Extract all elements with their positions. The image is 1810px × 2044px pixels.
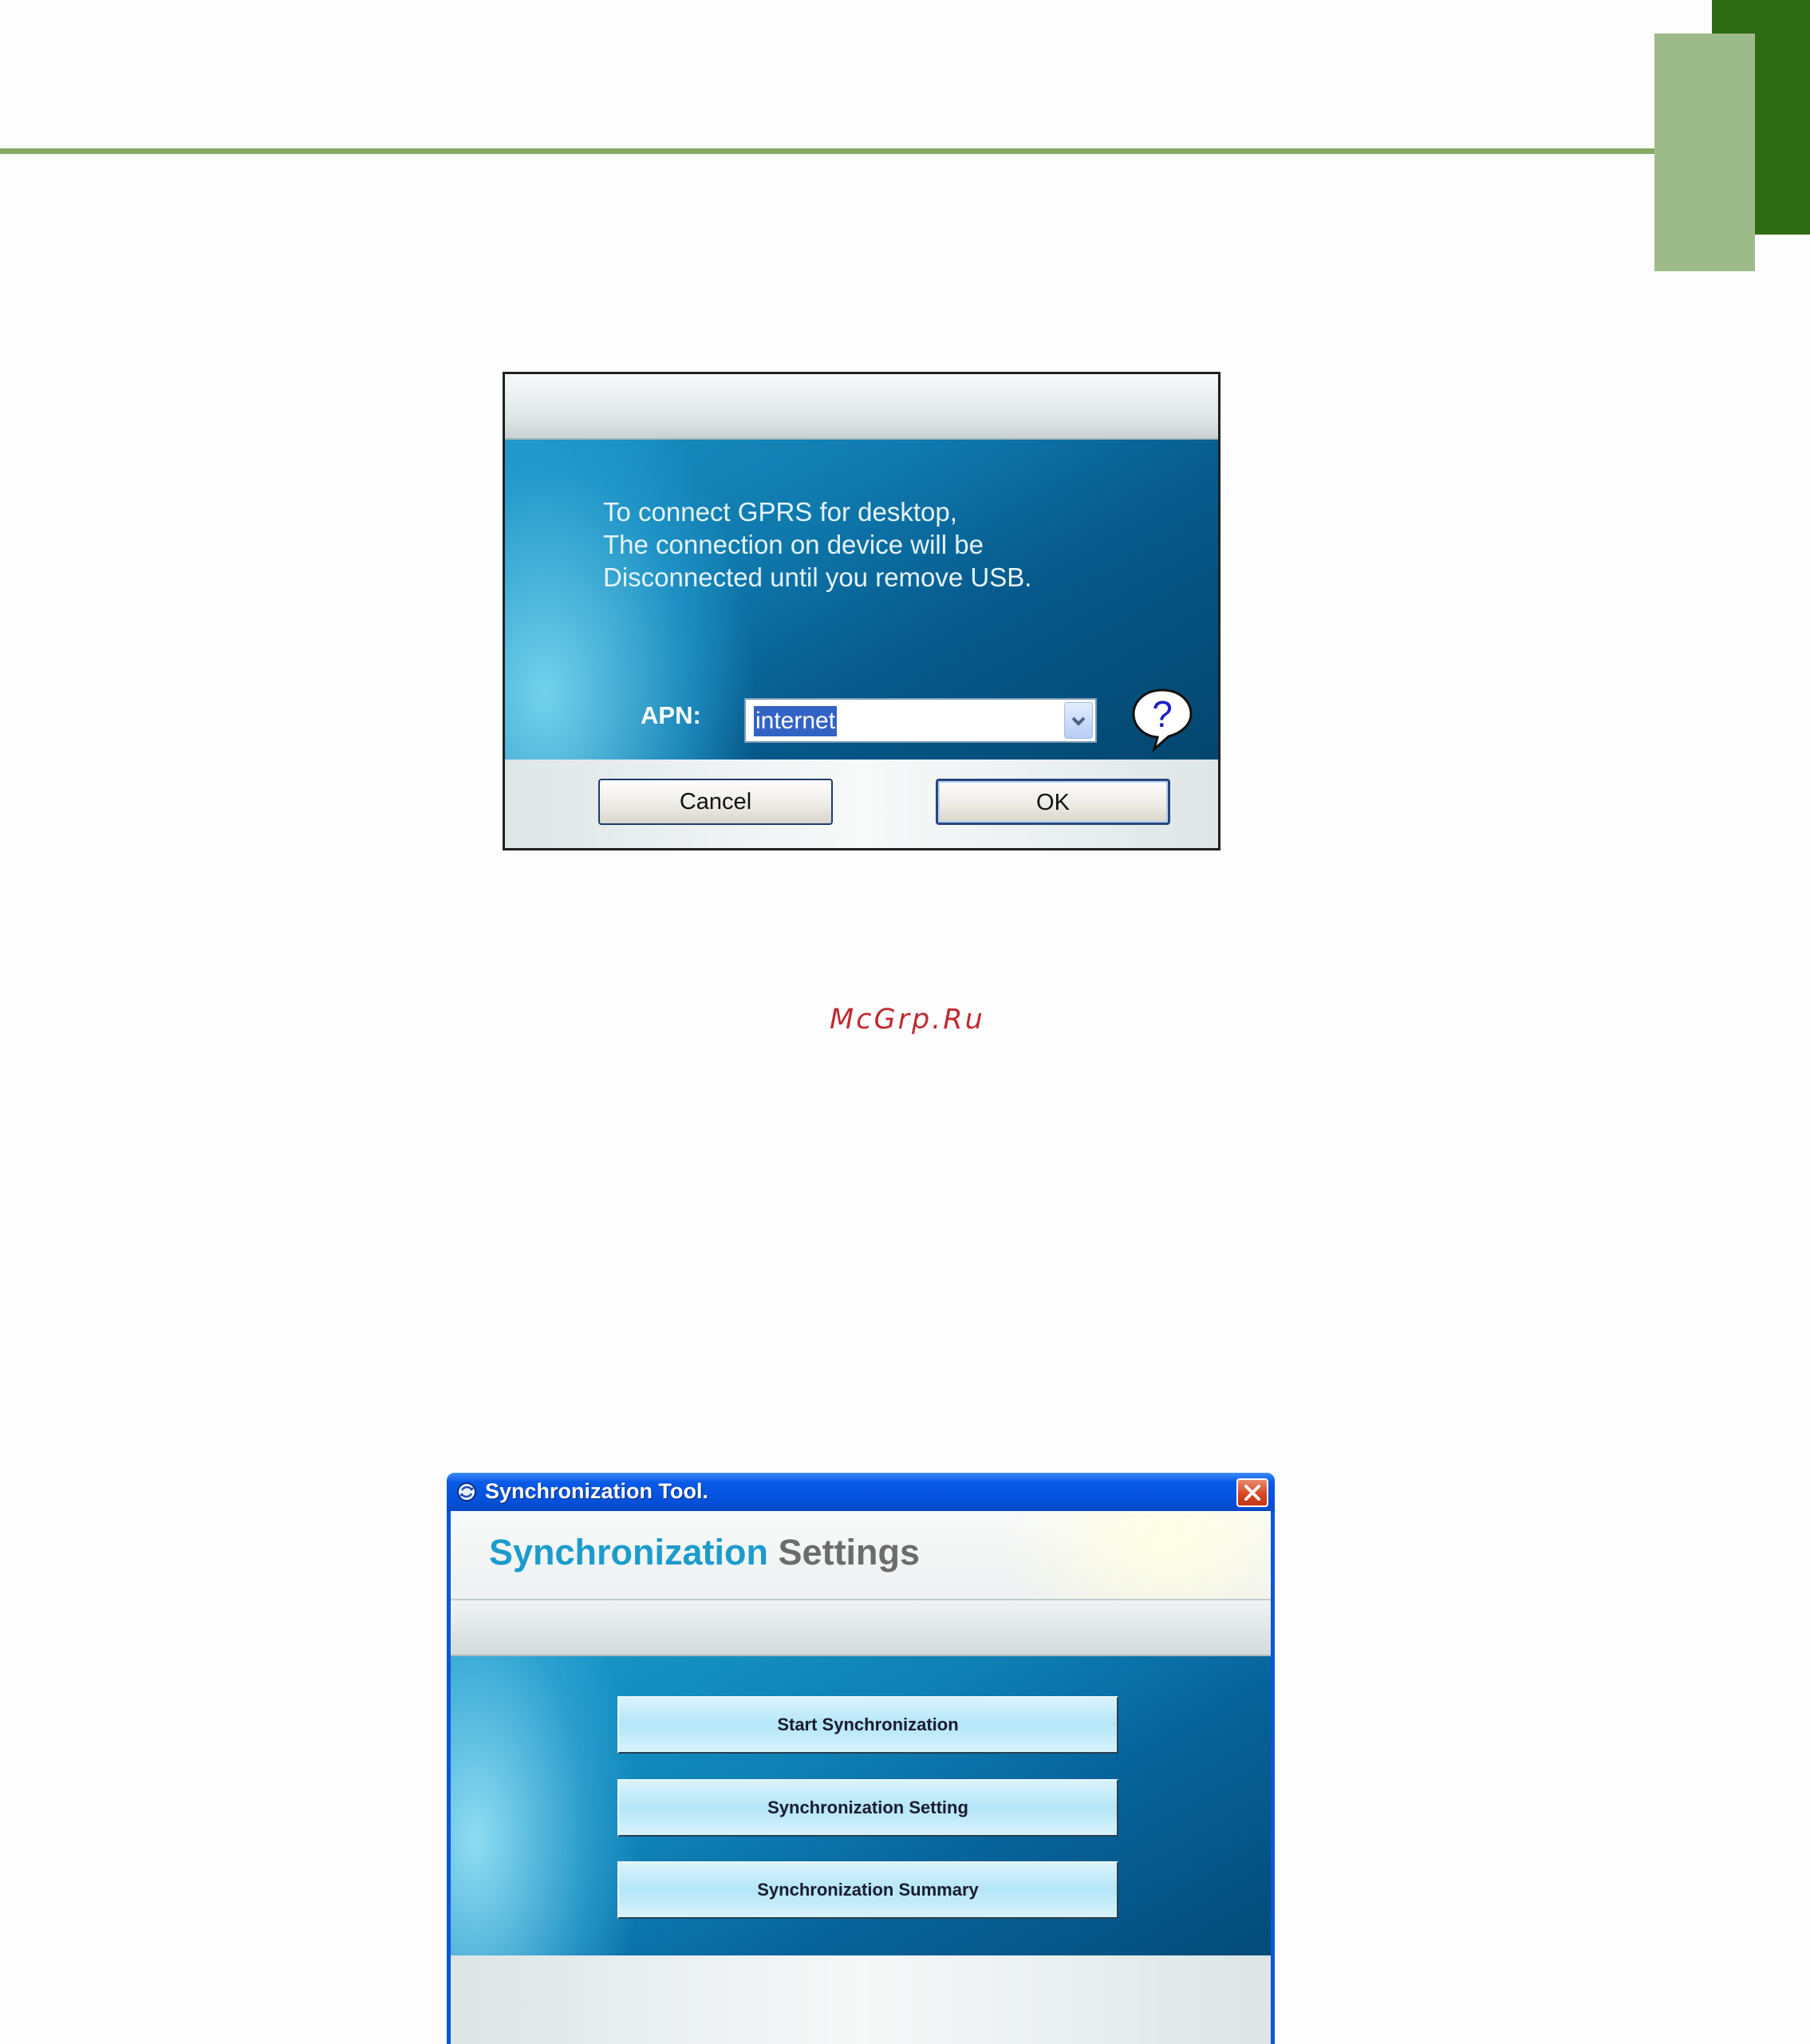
title-bar[interactable]: Synchronization Tool. xyxy=(447,1473,1275,1511)
close-button[interactable] xyxy=(1236,1478,1268,1507)
watermark: McGrp.Ru xyxy=(830,1004,985,1036)
ok-button[interactable]: OK xyxy=(936,779,1170,825)
cancel-button[interactable]: Cancel xyxy=(598,779,833,825)
apn-label: APN: xyxy=(641,701,701,729)
dialog-button-bar: Cancel OK xyxy=(505,760,1218,848)
heading-part1: Synchronization xyxy=(489,1532,769,1572)
sync-blue-panel: Start Synchronization Synchronization Se… xyxy=(451,1656,1271,1955)
dropdown-button[interactable] xyxy=(1064,702,1093,739)
synchronization-setting-button[interactable]: Synchronization Setting xyxy=(617,1779,1118,1837)
start-synchronization-button[interactable]: Start Synchronization xyxy=(617,1696,1118,1754)
window-footer-bar xyxy=(451,1955,1271,2044)
svg-text:?: ? xyxy=(1152,693,1173,735)
close-x-icon xyxy=(1244,1485,1260,1501)
settings-header: Synchronization Settings xyxy=(451,1511,1271,1600)
synchronization-summary-button[interactable]: Synchronization Summary xyxy=(617,1861,1118,1919)
header-rule xyxy=(0,148,1655,154)
apn-dialog: To connect GPRS for desktop, The connect… xyxy=(503,372,1220,850)
window-client-area: Synchronization Settings Start Synchroni… xyxy=(451,1511,1271,2044)
dialog-top-bar xyxy=(505,374,1218,440)
dialog-blue-panel: To connect GPRS for desktop, The connect… xyxy=(505,440,1218,762)
chevron-down-icon xyxy=(1071,716,1086,726)
apn-combobox[interactable]: internet xyxy=(744,698,1097,743)
question-balloon-icon[interactable]: ? xyxy=(1129,687,1196,752)
sync-globe-icon xyxy=(457,1482,476,1501)
apn-value[interactable]: internet xyxy=(754,706,838,736)
sync-tool-window: Synchronization Tool. Synchronization Se… xyxy=(447,1473,1275,2044)
page-tab-light xyxy=(1654,34,1755,271)
sub-header-bar xyxy=(451,1600,1271,1656)
settings-heading: Synchronization Settings xyxy=(489,1532,920,1573)
connection-message: To connect GPRS for desktop, The connect… xyxy=(603,497,1032,592)
window-title: Synchronization Tool. xyxy=(485,1479,708,1503)
heading-part2: Settings xyxy=(778,1532,921,1572)
